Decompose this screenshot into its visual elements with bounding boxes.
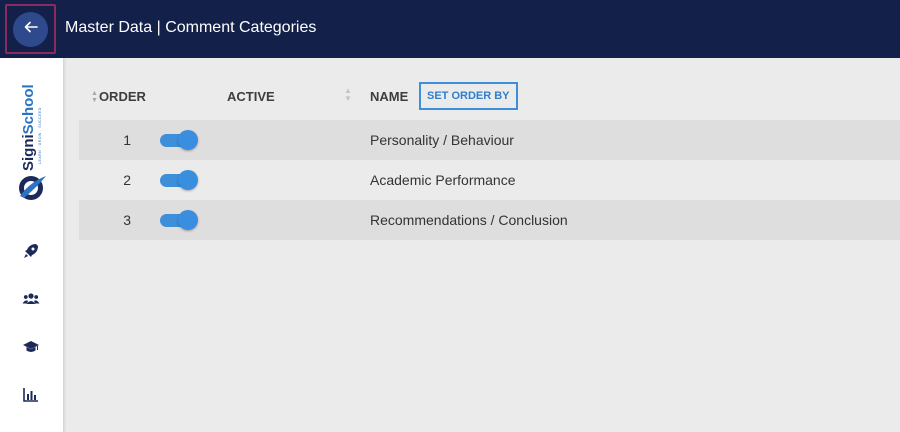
rocket-icon[interactable]: [22, 242, 40, 260]
table-header: ▲ ▼ ORDER ACTIVE ▲ ▼ NAME SET ORDER BY: [79, 76, 900, 120]
logo-mark-icon: [16, 172, 48, 202]
top-app-bar: Master Data | Comment Categories: [0, 0, 900, 58]
sort-icon[interactable]: ▲ ▼: [344, 87, 352, 103]
signischool-logo[interactable]: SigniSchool LEARN . GROW . SUCCEED: [10, 84, 54, 202]
order-cell: 2: [123, 172, 131, 188]
set-order-by-button[interactable]: SET ORDER BY: [419, 82, 518, 110]
category-name: Recommendations / Conclusion: [370, 212, 568, 228]
table-row[interactable]: 2 Academic Performance: [79, 160, 900, 200]
sort-icon: ▲ ▼: [91, 89, 98, 104]
logo-tagline: LEARN . GROW . SUCCEED: [38, 107, 42, 164]
active-toggle[interactable]: [160, 130, 198, 150]
page-title: Master Data | Comment Categories: [65, 19, 317, 36]
back-button-focus-ring[interactable]: [5, 4, 56, 54]
order-cell: 1: [123, 132, 131, 148]
sidebar: SigniSchool LEARN . GROW . SUCCEED: [0, 58, 63, 432]
category-name: Academic Performance: [370, 172, 516, 188]
column-header-order[interactable]: ▲ ▼ ORDER: [91, 89, 146, 104]
comment-categories-table: ▲ ▼ ORDER ACTIVE ▲ ▼ NAME SET ORDER BY 1 P…: [79, 76, 900, 240]
back-button[interactable]: [13, 12, 48, 47]
bar-chart-icon[interactable]: [22, 386, 40, 404]
active-toggle[interactable]: [160, 170, 198, 190]
column-header-active[interactable]: ACTIVE: [227, 89, 275, 104]
logo-wordmark: SigniSchool: [20, 84, 37, 171]
order-cell: 3: [123, 212, 131, 228]
active-toggle[interactable]: [160, 210, 198, 230]
graduation-cap-icon[interactable]: [22, 338, 40, 356]
table-row[interactable]: 1 Personality / Behaviour: [79, 120, 900, 160]
category-name: Personality / Behaviour: [370, 132, 514, 148]
table-row[interactable]: 3 Recommendations / Conclusion: [79, 200, 900, 240]
arrow-left-icon: [24, 20, 38, 39]
column-header-name[interactable]: NAME: [370, 89, 408, 104]
users-icon[interactable]: [22, 290, 40, 308]
